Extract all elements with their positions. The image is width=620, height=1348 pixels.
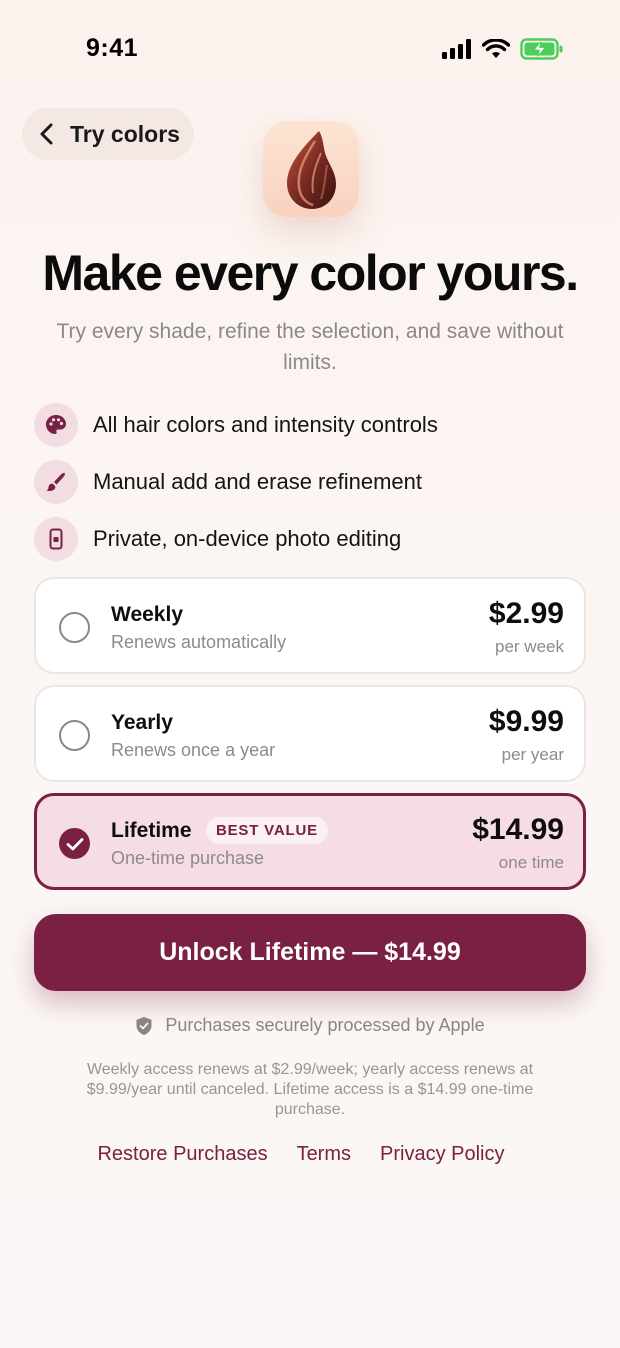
plan-price: $14.99 [472,813,564,846]
back-button-label: Try colors [70,120,180,147]
cellular-signal-icon [442,39,471,59]
best-value-badge: BEST VALUE [206,817,328,844]
battery-charging-icon [520,38,563,60]
feature-item: All hair colors and intensity controls [34,396,586,453]
plan-weekly[interactable]: Weekly Renews automatically $2.99 per we… [34,577,586,674]
subtitle: Try every shade, refine the selection, a… [56,320,564,374]
plan-name: Lifetime [111,819,192,842]
restore-purchases-link[interactable]: Restore Purchases [97,1143,267,1166]
plan-description: Renews once a year [111,740,276,760]
radio-unselected[interactable] [59,720,90,751]
plan-period: per week [495,637,564,656]
plan-description: Renews automatically [111,632,287,652]
page-title: Make every color yours. [42,245,579,301]
plan-price: $2.99 [488,597,564,630]
privacy-policy-link[interactable]: Privacy Policy [380,1143,504,1166]
feature-text: Manual add and erase refinement [93,468,422,494]
checkmark-icon [66,837,83,850]
radio-unselected[interactable] [59,612,90,643]
unlock-button[interactable]: Unlock Lifetime — $14.99 [34,914,586,991]
secure-text: Purchases securely processed by Apple [165,1015,485,1035]
footer-links: Restore Purchases Terms Privacy Policy [0,1143,620,1166]
shield-check-icon [136,1016,152,1035]
terms-link[interactable]: Terms [297,1143,351,1166]
plan-lifetime[interactable]: Lifetime BEST VALUE One-time purchase $1… [34,793,586,890]
plan-yearly[interactable]: Yearly Renews once a year $9.99 per year [34,685,586,782]
radio-selected[interactable] [59,828,90,859]
legal-text: Weekly access renews at $2.99/week; year… [86,1061,534,1118]
plan-period: one time [498,853,564,872]
chevron-left-icon [40,123,53,145]
feature-text: All hair colors and intensity controls [93,411,438,437]
plan-period: per year [501,745,564,764]
plan-price: $9.99 [488,705,564,738]
secure-note: Purchases securely processed by Apple [0,1015,620,1036]
plan-description: One-time purchase [111,848,265,868]
status-time: 9:41 [86,34,139,62]
status-icons [442,38,564,60]
plan-list: Weekly Renews automatically $2.99 per we… [34,577,586,901]
feature-text: Private, on-device photo editing [93,525,402,551]
palette-icon [34,402,78,447]
feature-list: All hair colors and intensity controls M… [34,396,586,567]
phone-icon [34,516,78,561]
hair-drop-icon [287,131,336,209]
brush-icon [34,459,78,504]
plan-name: Yearly [111,711,173,734]
plan-name: Weekly [111,603,183,626]
back-button[interactable]: Try colors [22,108,194,160]
wifi-icon [482,39,510,58]
feature-item: Private, on-device photo editing [34,510,586,567]
app-logo [263,121,359,217]
feature-item: Manual add and erase refinement [34,453,586,510]
